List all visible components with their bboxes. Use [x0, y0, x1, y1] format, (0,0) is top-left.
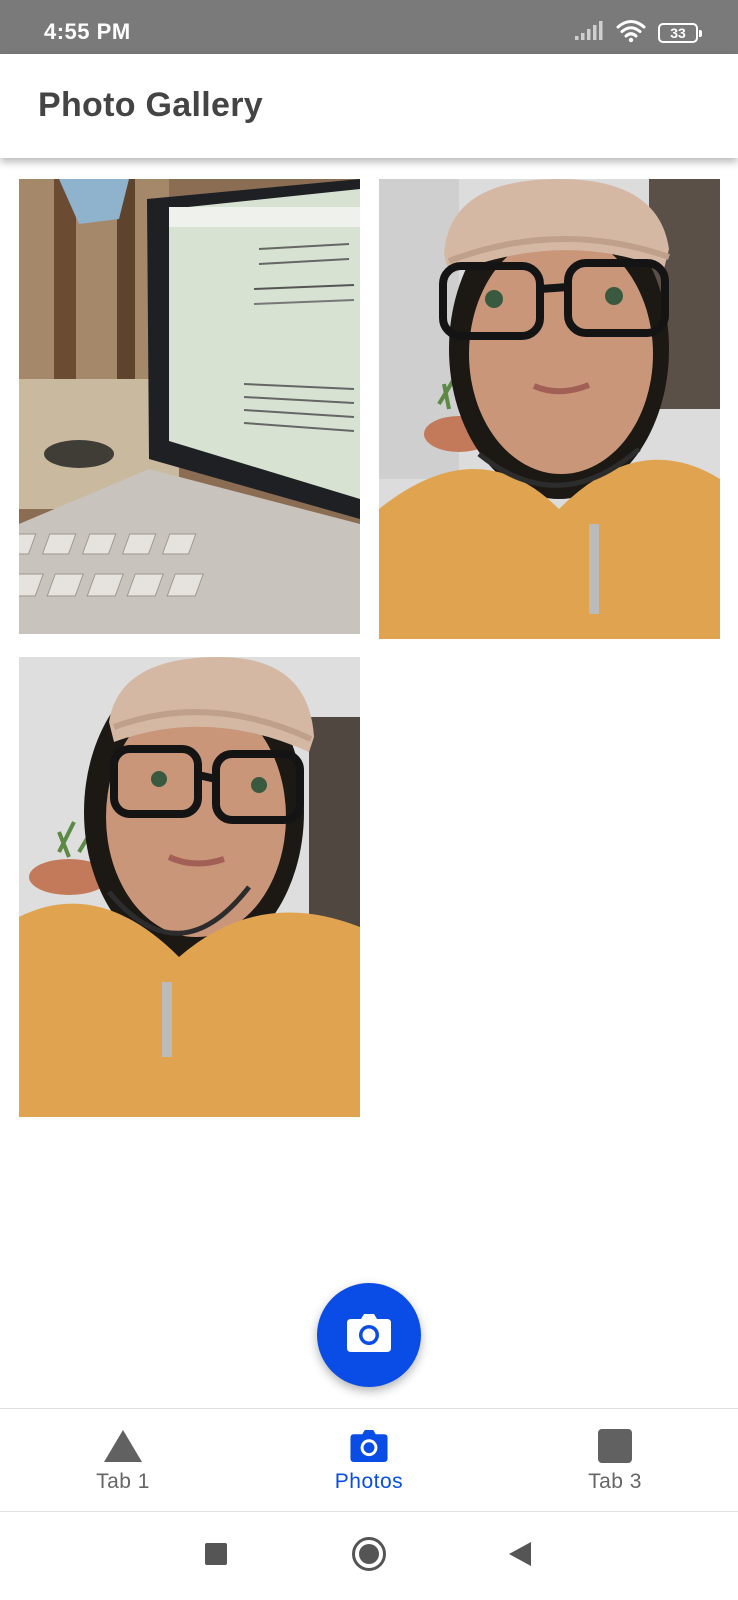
photo-selfie-2[interactable] — [19, 657, 360, 1117]
back-triangle-icon — [507, 1540, 533, 1573]
photo-laptop[interactable] — [19, 179, 360, 634]
app-header: Photo Gallery — [0, 54, 738, 158]
battery-level: 33 — [670, 25, 686, 41]
photo-selfie-1[interactable] — [379, 179, 720, 639]
tab-photos[interactable]: Photos — [246, 1409, 492, 1511]
photo-gallery — [0, 158, 738, 1408]
circle-icon — [351, 1536, 387, 1577]
status-time: 4:55 PM — [44, 19, 131, 44]
system-navigation-bar — [0, 1512, 738, 1600]
square-icon — [595, 1426, 635, 1466]
page-title: Photo Gallery — [38, 86, 263, 124]
status-bar: 4:55 PM 33 — [0, 0, 738, 54]
back-button[interactable] — [500, 1536, 540, 1576]
camera-icon — [347, 1313, 391, 1357]
signal-icon — [574, 20, 604, 46]
tab-bar: Tab 1 Photos Tab 3 — [0, 1408, 738, 1512]
tab-label: Tab 3 — [588, 1470, 642, 1493]
square-icon — [204, 1542, 228, 1571]
camera-icon — [349, 1426, 389, 1466]
tab-tab1[interactable]: Tab 1 — [0, 1409, 246, 1511]
recent-apps-button[interactable] — [196, 1536, 236, 1576]
home-button[interactable] — [349, 1536, 389, 1576]
battery-icon: 33 — [658, 23, 702, 43]
tab-label: Photos — [334, 1470, 404, 1493]
take-photo-button[interactable] — [317, 1283, 421, 1387]
tab-tab3[interactable]: Tab 3 — [492, 1409, 738, 1511]
status-icons: 33 — [574, 19, 702, 48]
wifi-icon — [616, 19, 646, 48]
tab-label: Tab 1 — [96, 1470, 150, 1493]
triangle-icon — [103, 1426, 143, 1466]
